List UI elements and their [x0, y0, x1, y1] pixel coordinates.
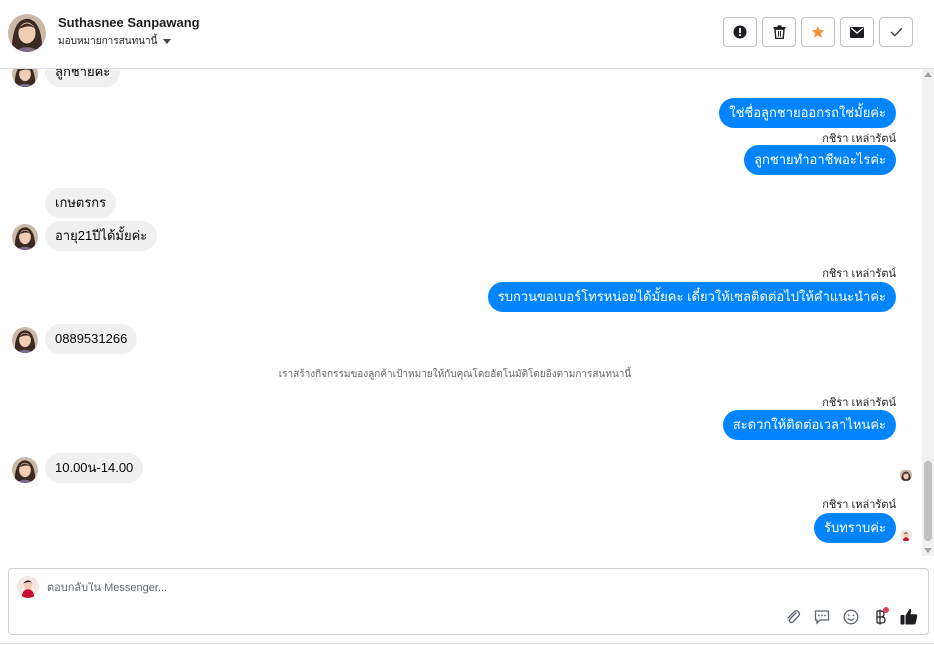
notification-dot	[883, 607, 889, 613]
thumbs-up-icon	[900, 608, 917, 625]
seen-avatar	[900, 469, 912, 481]
contact-avatar-small	[12, 224, 38, 250]
like-button[interactable]	[899, 607, 918, 626]
payment-button[interactable]	[870, 607, 889, 626]
saved-reply-icon	[814, 609, 829, 625]
incoming-message: 0889531266	[45, 324, 138, 354]
mark-spam-button[interactable]	[723, 17, 757, 47]
system-note: เราสร้างกิจกรรมของลูกค้าเป้าหมายให้กับคุ…	[278, 369, 632, 380]
mark-done-button[interactable]	[879, 17, 913, 47]
assign-conversation-dropdown[interactable]: มอบหมายการสนทนานี้	[58, 34, 172, 49]
trash-icon	[773, 25, 785, 39]
outgoing-message: รับทราบค่ะ	[813, 513, 896, 543]
star-button[interactable]	[801, 17, 835, 47]
caret-down-icon	[163, 39, 172, 44]
contact-name[interactable]: Suthasnee Sanpawang	[58, 15, 200, 30]
star-icon	[811, 25, 825, 38]
outgoing-message: สะดวกให้ติดต่อเวลาไหนค่ะ	[722, 410, 896, 440]
contact-avatar-small	[12, 327, 38, 353]
bottom-divider	[0, 643, 934, 644]
outgoing-message: ใช่ชื่อลูกชายออกรถใช่มั้ยค่ะ	[719, 98, 896, 128]
sender-label: กชิรา เหล่ารัตน์	[822, 397, 896, 409]
incoming-message: 10.00น-14.00	[45, 453, 144, 483]
conversation-header: Suthasnee Sanpawang มอบหมายการสนทนานี้	[0, 0, 934, 69]
composer-tools	[783, 607, 918, 626]
scroll-up-arrow-icon[interactable]	[924, 72, 932, 77]
sender-label: กชิรา เหล่ารัตน์	[822, 268, 896, 280]
attach-button[interactable]	[783, 607, 802, 626]
contact-avatar-small	[12, 457, 38, 483]
scroll-down-arrow-icon[interactable]	[924, 548, 932, 553]
incoming-message: ลูกชายค่ะ	[45, 69, 121, 87]
page-avatar	[17, 576, 39, 598]
incoming-message: เกษตรกร	[45, 188, 117, 218]
page-seen-avatar	[900, 529, 912, 541]
message-thread: ลูกชายค่ะ ใช่ชื่อลูกชายออกรถใช่มั้ยค่ะ ก…	[0, 69, 922, 556]
emoji-button[interactable]	[841, 607, 860, 626]
contact-avatar[interactable]	[8, 14, 46, 52]
reply-composer	[8, 568, 929, 635]
outgoing-message: รบกวนขอเบอร์โทรหน่อยได้มั้ยคะ เดี๋ยวให้เ…	[487, 282, 896, 312]
incoming-message: อายุ21ปีได้มั้ยค่ะ	[45, 221, 158, 251]
check-icon	[890, 27, 903, 37]
assign-label: มอบหมายการสนทนานี้	[58, 36, 158, 47]
scroll-thumb[interactable]	[924, 461, 932, 541]
reply-input[interactable]	[47, 582, 647, 594]
paperclip-icon	[786, 609, 800, 623]
envelope-icon	[850, 26, 864, 38]
mark-unread-button[interactable]	[840, 17, 874, 47]
contact-avatar-small	[12, 69, 38, 87]
delete-button[interactable]	[762, 17, 796, 47]
outgoing-message: ลูกชายทำอาชีพอะไรค่ะ	[744, 145, 896, 175]
header-actions	[723, 17, 913, 47]
thread-scrollbar[interactable]	[922, 69, 934, 556]
spam-icon	[733, 25, 747, 39]
sender-label: กชิรา เหล่ารัตน์	[822, 499, 896, 511]
emoji-icon	[843, 609, 858, 624]
saved-replies-button[interactable]	[812, 607, 831, 626]
